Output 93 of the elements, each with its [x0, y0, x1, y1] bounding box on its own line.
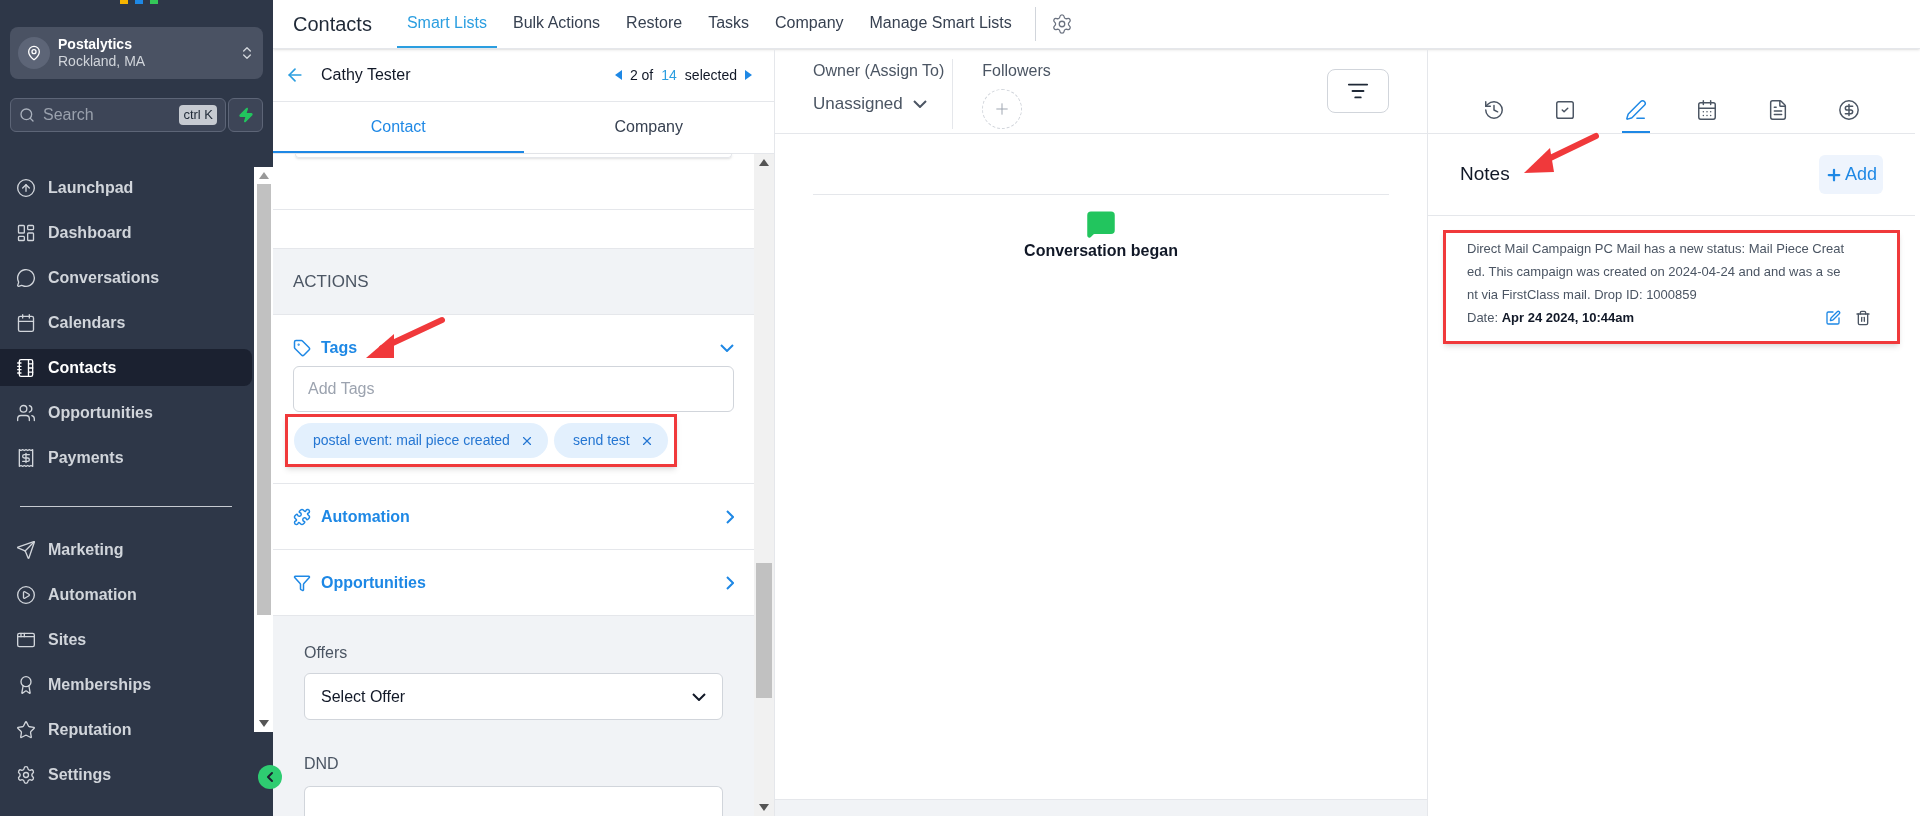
page-title: Contacts: [293, 12, 372, 37]
nav-item[interactable]: Settings: [0, 756, 128, 793]
calendar-icon: [1696, 99, 1719, 121]
checkbox-icon: [1553, 99, 1576, 121]
notebook-icon: [16, 357, 36, 378]
nav-item[interactable]: Memberships: [0, 666, 252, 703]
contact-name: Cathy Tester: [321, 65, 411, 85]
scroll-down-icon[interactable]: [258, 720, 269, 727]
offer-select[interactable]: Select Offer: [304, 673, 723, 720]
people-icon: [16, 402, 36, 423]
nav-tab[interactable]: Tasks: [698, 0, 760, 48]
scrollbar-thumb[interactable]: [756, 563, 772, 698]
dnd-field[interactable]: [304, 786, 723, 816]
dollar-icon: [1838, 99, 1861, 121]
shortcut-hint: ctrl K: [179, 105, 217, 125]
nav-item[interactable]: Contacts: [0, 349, 252, 386]
lightning-icon: [237, 107, 254, 123]
chat-bubble-icon: [16, 267, 36, 288]
search-bar[interactable]: Search ctrl K: [10, 98, 226, 132]
previous-icon[interactable]: [614, 70, 622, 80]
nav-tab[interactable]: Bulk Actions: [502, 0, 611, 48]
selected-label: selected: [684, 65, 737, 85]
field-label: Owner (Assign To): [813, 61, 945, 81]
filter-button[interactable]: [1327, 69, 1389, 113]
scrollbar[interactable]: [254, 167, 273, 732]
section-header[interactable]: Opportunities: [293, 550, 734, 615]
tag-label: send test: [572, 431, 630, 450]
scrollbar-thumb[interactable]: [256, 184, 271, 615]
nav-item[interactable]: Reputation: [0, 711, 252, 748]
pen-icon: [1624, 99, 1647, 121]
nav-tab[interactable]: Manage Smart Lists: [859, 0, 1022, 48]
chevron-right-icon: [726, 509, 734, 524]
search-icon: [19, 107, 35, 123]
nav-item[interactable]: Dashboard: [0, 214, 252, 251]
nav-item[interactable]: Conversations: [0, 259, 252, 296]
quick-action-button[interactable]: [228, 98, 263, 132]
paper-plane-icon: [16, 539, 36, 560]
nav-item[interactable]: Launchpad: [0, 169, 252, 206]
collapse-button[interactable]: [258, 765, 282, 789]
account-name: Postalytics: [58, 35, 133, 53]
chevron-down-icon: [912, 99, 927, 108]
chevron-right-icon: [726, 575, 734, 590]
position-text: 2 of: [629, 65, 654, 85]
detail-tab[interactable]: Company: [523, 102, 774, 153]
scroll-up-icon[interactable]: [759, 159, 769, 166]
nav-item[interactable]: Payments: [0, 439, 252, 476]
nav-tab[interactable]: Restore: [616, 0, 693, 48]
nav-item[interactable]: Calendars: [0, 304, 252, 341]
nav-item[interactable]: Opportunities: [0, 394, 252, 431]
chevron-down-icon: [692, 692, 706, 701]
filter-icon: [293, 573, 311, 592]
location-pin-icon: [26, 45, 42, 61]
section-header[interactable]: Automation: [293, 484, 734, 549]
trash-icon[interactable]: [1855, 309, 1871, 326]
scrollbar[interactable]: [754, 154, 774, 816]
play-circle-icon: [16, 584, 36, 605]
field-label: Followers: [982, 61, 1051, 81]
scroll-down-icon[interactable]: [759, 804, 769, 811]
note-date: Date: Apr 24 2024, 10:44am: [1467, 309, 1634, 327]
field-label: DND: [304, 754, 340, 774]
logo-icon: [120, 0, 158, 4]
tags-field[interactable]: Add Tags: [293, 366, 734, 412]
nav-tab[interactable]: Company: [765, 0, 854, 48]
total-count: 14: [661, 65, 677, 85]
puzzle-icon: [293, 507, 311, 526]
receipt-icon: [16, 447, 36, 468]
edit-icon[interactable]: [1825, 309, 1841, 326]
owner-dropdown[interactable]: Unassigned: [813, 91, 945, 117]
detail-tab[interactable]: Contact: [273, 102, 524, 153]
nav-item[interactable]: Automation: [0, 576, 252, 613]
notes-title: Notes: [1460, 162, 1510, 187]
section-heading: ACTIONS: [293, 270, 369, 293]
tag-label: postal event: mail piece created: [313, 431, 510, 450]
timeline-event: Conversation began: [1024, 241, 1178, 261]
star-icon: [16, 719, 36, 740]
nav-item[interactable]: Sites: [0, 621, 252, 658]
note-text: Direct Mail Campaign PC Mail has a new status: Mail Piece Created. This campaign was created on 2024-04-24 and and was a sent via FirstClass mail. Drop ID: 1000859: [1467, 240, 1845, 304]
scroll-up-icon[interactable]: [258, 172, 269, 179]
calendar-icon: [16, 312, 36, 333]
field-label: Offers: [304, 643, 349, 663]
settings-icon: [16, 764, 36, 785]
message-icon: [1086, 209, 1116, 239]
account-location: Rockland, MA: [58, 53, 147, 71]
next-icon[interactable]: [745, 70, 752, 80]
activity-tab[interactable]: [1621, 99, 1650, 133]
history-icon: [1482, 99, 1505, 121]
tag-icon: [293, 338, 311, 357]
chevron-down-icon: [720, 343, 734, 352]
settings-icon[interactable]: [1050, 13, 1073, 35]
dashboard-icon: [16, 222, 36, 243]
search-input[interactable]: Search: [43, 103, 172, 127]
nav-item[interactable]: Marketing: [0, 531, 252, 568]
location-switcher[interactable]: Postalytics Rockland, MA: [10, 27, 263, 79]
